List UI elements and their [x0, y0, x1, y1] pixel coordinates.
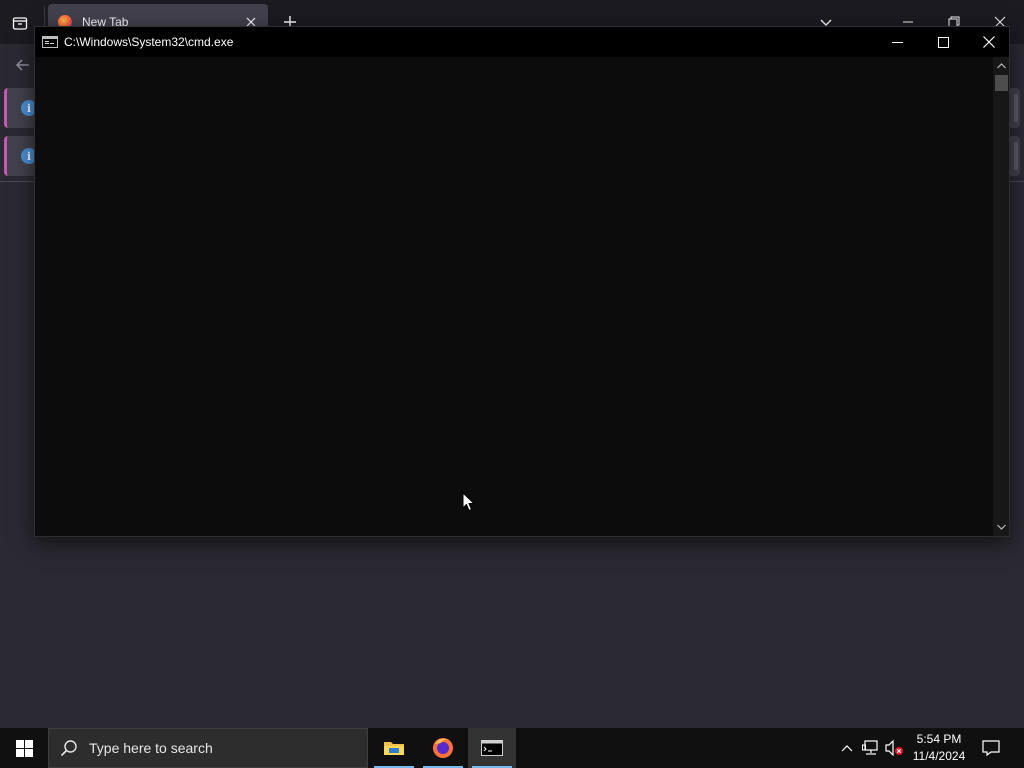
- start-button[interactable]: [0, 728, 48, 768]
- action-center-icon[interactable]: [978, 736, 1004, 760]
- clock-time: 5:54 PM: [916, 732, 962, 746]
- back-arrow-icon[interactable]: [12, 54, 34, 76]
- windows-logo-icon: [15, 739, 33, 757]
- console-scrollbar[interactable]: [993, 57, 1009, 536]
- cmd-title-bar[interactable]: C:\Windows\System32\cmd.exe: [35, 27, 1009, 57]
- taskbar-firefox[interactable]: [419, 728, 467, 768]
- clock-date: 11/4/2024: [912, 749, 966, 763]
- folder-icon: [384, 742, 404, 755]
- scroll-down-arrow-icon[interactable]: [993, 520, 1009, 534]
- scrollbar-thumb[interactable]: [995, 75, 1008, 91]
- minimize-button[interactable]: [874, 27, 920, 57]
- mouse-pointer-icon: [462, 492, 474, 512]
- volume-muted-icon[interactable]: [884, 738, 906, 758]
- taskbar-command-prompt[interactable]: [468, 728, 516, 768]
- console-output-area[interactable]: [35, 57, 993, 536]
- close-button[interactable]: [966, 27, 1012, 57]
- console-icon[interactable]: [42, 36, 58, 48]
- cmd-icon: [481, 740, 503, 756]
- show-hidden-icons-chevron-icon[interactable]: [838, 738, 856, 758]
- firefox-view-icon[interactable]: [8, 11, 32, 35]
- notification-scroll-indicator: [1014, 94, 1018, 122]
- firefox-icon: [433, 738, 453, 758]
- taskbar-clock[interactable]: 5:54 PM 11/4/2024: [908, 731, 970, 765]
- maximize-icon: [937, 36, 949, 48]
- notification-scroll-indicator: [1014, 142, 1018, 170]
- taskbar-search-box[interactable]: Type here to search: [48, 728, 368, 768]
- taskbar: Type here to search 5:54 PM 11/4/2024: [0, 728, 1024, 768]
- cmd-window[interactable]: C:\Windows\System32\cmd.exe: [34, 26, 1010, 537]
- minimize-icon: [891, 41, 903, 43]
- maximize-button[interactable]: [920, 27, 966, 57]
- search-icon: [59, 738, 79, 758]
- cmd-window-title: C:\Windows\System32\cmd.exe: [64, 35, 234, 49]
- search-placeholder: Type here to search: [89, 740, 213, 756]
- close-icon: [983, 36, 995, 48]
- scroll-up-arrow-icon[interactable]: [993, 59, 1009, 73]
- network-icon[interactable]: [860, 738, 882, 758]
- taskbar-file-explorer[interactable]: [370, 728, 418, 768]
